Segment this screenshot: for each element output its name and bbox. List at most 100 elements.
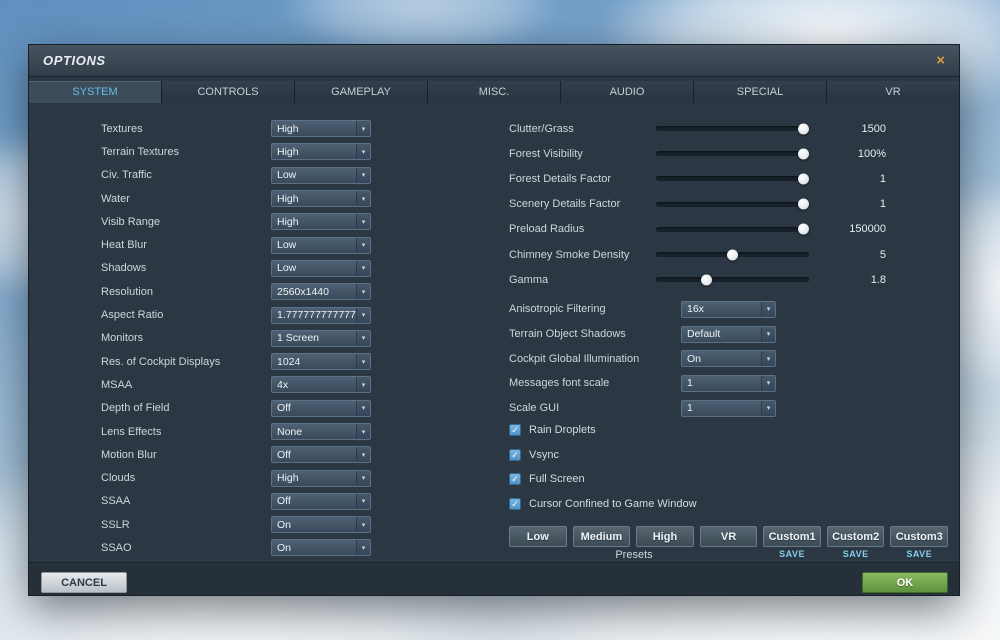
tab-gameplay[interactable]: GAMEPLAY [295, 81, 428, 103]
chimney-smoke-slider[interactable] [656, 252, 809, 257]
full-screen-checkbox[interactable]: ✓Full Screen [509, 467, 697, 492]
chevron-down-icon[interactable]: ▾ [356, 261, 370, 276]
chevron-down-icon[interactable]: ▾ [356, 191, 370, 206]
gamma-slider[interactable] [656, 277, 809, 282]
setting-row-terrain-textures: Terrain TexturesHigh▾ [29, 140, 489, 163]
ssao-dropdown[interactable]: On▾ [271, 539, 371, 556]
slider-handle[interactable] [727, 249, 738, 260]
save-custom2-link[interactable]: SAVE [827, 549, 885, 561]
slider-row-forest-details: Forest Details Factor1 [509, 166, 886, 191]
chevron-down-icon[interactable]: ▾ [761, 327, 775, 342]
tab-controls[interactable]: CONTROLS [162, 81, 295, 103]
textures-dropdown[interactable]: High▾ [271, 120, 371, 137]
dropdown-value: Off [272, 494, 356, 509]
msaa-dropdown[interactable]: 4x▾ [271, 376, 371, 393]
aspect-ratio-dropdown[interactable]: 1.7777777777778▾ [271, 307, 371, 324]
dropdown-value: On [272, 540, 356, 555]
chevron-down-icon[interactable]: ▾ [356, 308, 370, 323]
shadows-dropdown[interactable]: Low▾ [271, 260, 371, 277]
chevron-down-icon[interactable]: ▾ [356, 284, 370, 299]
save-custom3-link[interactable]: SAVE [890, 549, 948, 561]
visib-range-dropdown[interactable]: High▾ [271, 213, 371, 230]
tab-system[interactable]: SYSTEM [29, 81, 162, 103]
chevron-down-icon[interactable]: ▾ [356, 354, 370, 369]
water-dropdown[interactable]: High▾ [271, 190, 371, 207]
slider-handle[interactable] [798, 199, 809, 210]
forest-details-slider[interactable] [656, 176, 809, 181]
slider-handle[interactable] [701, 274, 712, 285]
clutter-grass-slider[interactable] [656, 126, 809, 131]
preset-vr-button[interactable]: VR [700, 526, 758, 547]
slider-handle[interactable] [798, 224, 809, 235]
checkbox-check-icon[interactable]: ✓ [509, 424, 521, 436]
slider-handle[interactable] [798, 123, 809, 134]
chevron-down-icon[interactable]: ▾ [356, 331, 370, 346]
setting-row-cockpit-displays: Res. of Cockpit Displays1024▾ [29, 350, 489, 373]
preset-medium-button[interactable]: Medium [573, 526, 631, 547]
preload-radius-slider[interactable] [656, 227, 809, 232]
depth-of-field-dropdown[interactable]: Off▾ [271, 400, 371, 417]
chevron-down-icon[interactable]: ▾ [356, 144, 370, 159]
checkbox-check-icon[interactable]: ✓ [509, 498, 521, 510]
ok-button[interactable]: OK [862, 572, 948, 593]
sslr-dropdown[interactable]: On▾ [271, 516, 371, 533]
anisotropic-dropdown[interactable]: 16x▾ [681, 301, 776, 318]
preset-custom1-button[interactable]: Custom1 [763, 526, 821, 547]
civ-traffic-dropdown[interactable]: Low▾ [271, 167, 371, 184]
preset-custom3-button[interactable]: Custom3 [890, 526, 948, 547]
tab-special[interactable]: SPECIAL [694, 81, 827, 103]
dropdown-value: Low [272, 168, 356, 183]
cancel-button[interactable]: CANCEL [41, 572, 127, 593]
tab-audio[interactable]: AUDIO [561, 81, 694, 103]
setting-label: Monitors [101, 332, 271, 344]
scenery-details-slider[interactable] [656, 202, 809, 207]
terrain-textures-dropdown[interactable]: High▾ [271, 143, 371, 160]
preset-low-button[interactable]: Low [509, 526, 567, 547]
chevron-down-icon[interactable]: ▾ [761, 302, 775, 317]
terrain-obj-shadows-dropdown[interactable]: Default▾ [681, 326, 776, 343]
heat-blur-dropdown[interactable]: Low▾ [271, 237, 371, 254]
chevron-down-icon[interactable]: ▾ [356, 214, 370, 229]
tab-bar: SYSTEM CONTROLS GAMEPLAY MISC. AUDIO SPE… [29, 81, 959, 103]
chevron-down-icon[interactable]: ▾ [356, 494, 370, 509]
chevron-down-icon[interactable]: ▾ [356, 238, 370, 253]
chevron-down-icon[interactable]: ▾ [356, 517, 370, 532]
chevron-down-icon[interactable]: ▾ [356, 121, 370, 136]
rain-droplets-checkbox[interactable]: ✓Rain Droplets [509, 418, 697, 443]
clouds-dropdown[interactable]: High▾ [271, 470, 371, 487]
close-icon[interactable]: × [936, 53, 945, 68]
chevron-down-icon[interactable]: ▾ [356, 401, 370, 416]
forest-visibility-slider[interactable] [656, 151, 809, 156]
messages-font-scale-dropdown[interactable]: 1▾ [681, 375, 776, 392]
chevron-down-icon[interactable]: ▾ [356, 471, 370, 486]
slider-handle[interactable] [798, 173, 809, 184]
chevron-down-icon[interactable]: ▾ [761, 401, 775, 416]
chevron-down-icon[interactable]: ▾ [761, 376, 775, 391]
cursor-confined-checkbox[interactable]: ✓Cursor Confined to Game Window [509, 492, 697, 517]
motion-blur-dropdown[interactable]: Off▾ [271, 446, 371, 463]
resolution-dropdown[interactable]: 2560x1440▾ [271, 283, 371, 300]
scale-gui-dropdown[interactable]: 1▾ [681, 400, 776, 417]
lens-effects-dropdown[interactable]: None▾ [271, 423, 371, 440]
checkbox-check-icon[interactable]: ✓ [509, 473, 521, 485]
monitors-dropdown[interactable]: 1 Screen▾ [271, 330, 371, 347]
chevron-down-icon[interactable]: ▾ [356, 168, 370, 183]
vsync-checkbox[interactable]: ✓Vsync [509, 443, 697, 468]
chevron-down-icon[interactable]: ▾ [356, 447, 370, 462]
tab-vr[interactable]: VR [827, 81, 959, 103]
chevron-down-icon[interactable]: ▾ [761, 351, 775, 366]
save-custom1-link[interactable]: SAVE [763, 549, 821, 561]
slider-handle[interactable] [798, 148, 809, 159]
setting-label: Shadows [101, 262, 271, 274]
cockpit-displays-dropdown[interactable]: 1024▾ [271, 353, 371, 370]
chevron-down-icon[interactable]: ▾ [356, 424, 370, 439]
slider-value: 100% [809, 148, 886, 160]
cockpit-illumination-dropdown[interactable]: On▾ [681, 350, 776, 367]
checkbox-check-icon[interactable]: ✓ [509, 449, 521, 461]
tab-misc[interactable]: MISC. [428, 81, 561, 103]
chevron-down-icon[interactable]: ▾ [356, 377, 370, 392]
preset-high-button[interactable]: High [636, 526, 694, 547]
chevron-down-icon[interactable]: ▾ [356, 540, 370, 555]
ssaa-dropdown[interactable]: Off▾ [271, 493, 371, 510]
preset-custom2-button[interactable]: Custom2 [827, 526, 885, 547]
